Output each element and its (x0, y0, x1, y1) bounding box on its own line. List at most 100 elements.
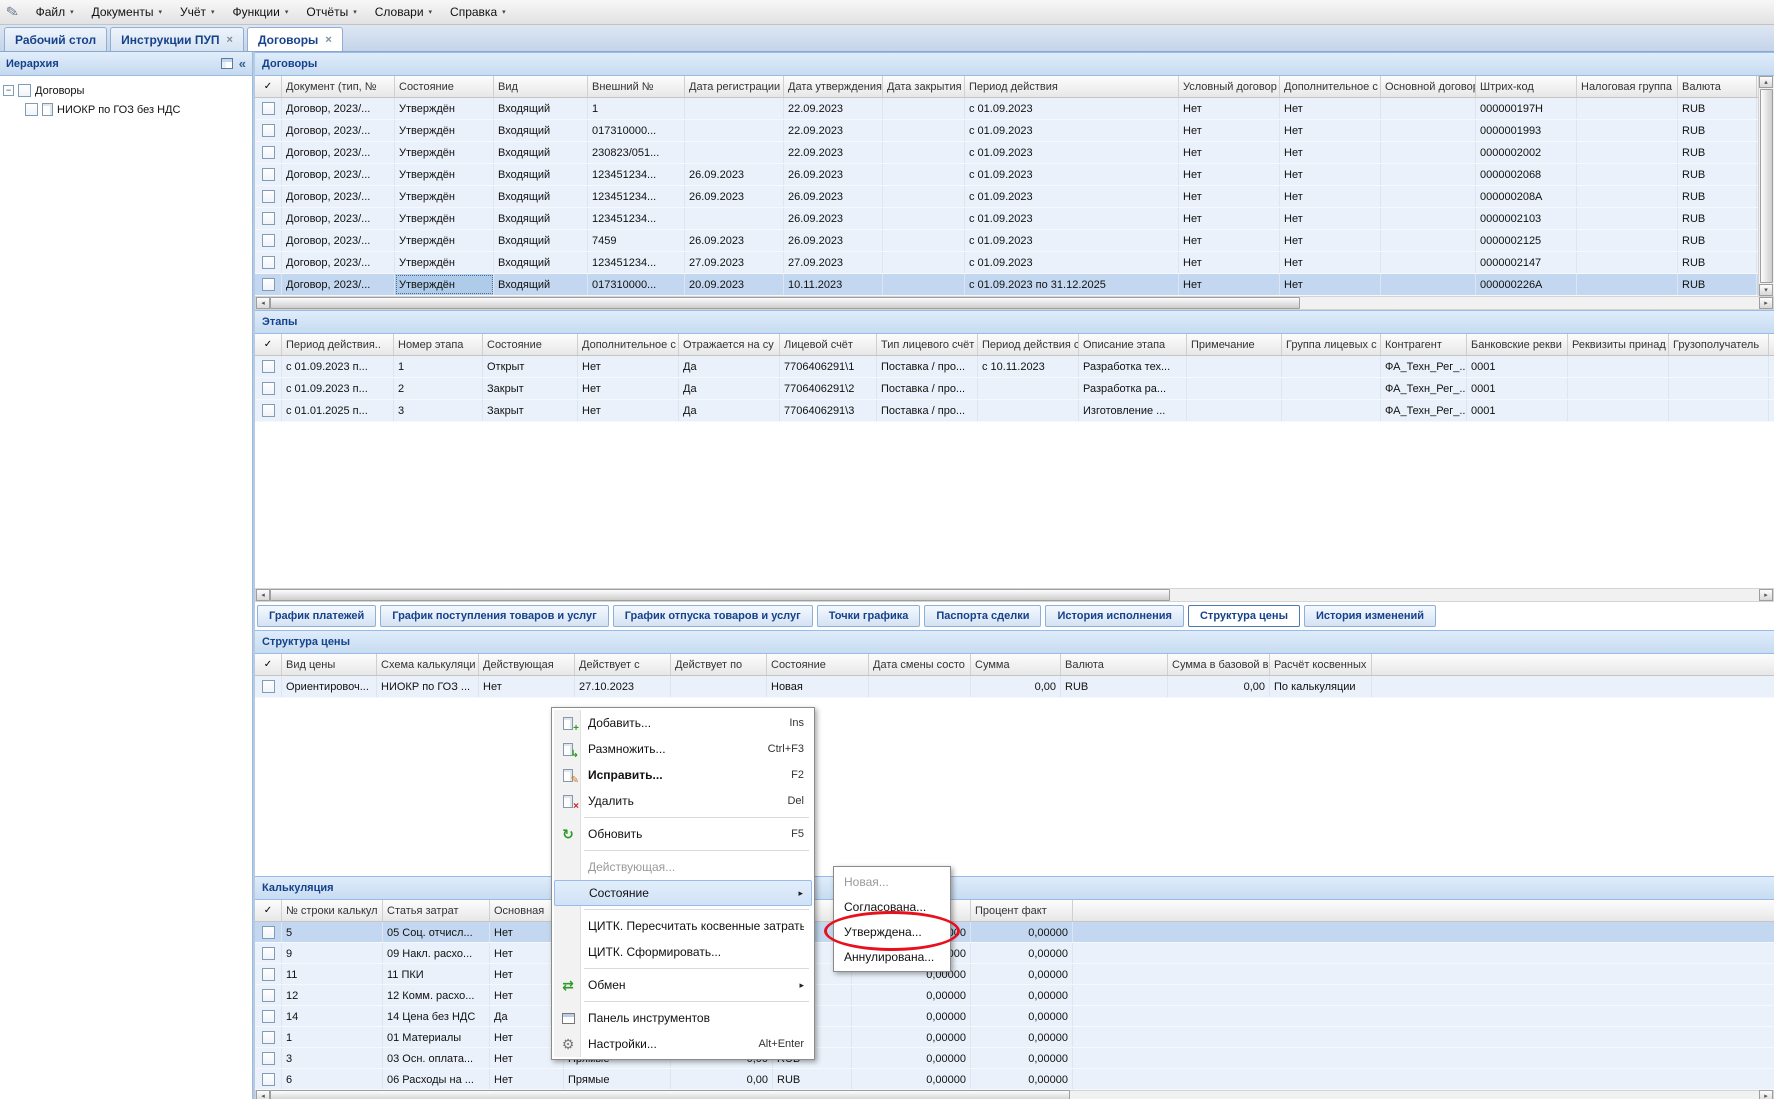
grid-cell[interactable] (1282, 356, 1381, 377)
checkbox-cell[interactable] (255, 922, 282, 942)
row-checkbox[interactable] (262, 360, 275, 373)
grid-cell[interactable]: 0000002147 (1476, 252, 1577, 273)
column-header[interactable]: ✓ (255, 334, 282, 355)
grid-cell[interactable]: 27.10.2023 (575, 676, 671, 697)
tree-checkbox[interactable] (25, 103, 38, 116)
column-header[interactable]: ✓ (255, 900, 282, 921)
tab-2[interactable]: Договоры× (247, 27, 343, 51)
column-header[interactable]: Контрагент (1381, 334, 1467, 355)
column-header[interactable]: Схема калькуляци (377, 654, 479, 675)
column-header[interactable]: Дата регистрации (685, 76, 784, 97)
grid-cell[interactable]: RUB (1678, 186, 1757, 207)
grid-cell[interactable]: Разработка ра... (1079, 378, 1187, 399)
grid-cell[interactable]: Договор, 2023/... (282, 274, 395, 295)
checkbox-cell[interactable] (255, 1027, 282, 1047)
grid-cell[interactable] (1568, 378, 1669, 399)
detail-tab-2[interactable]: График отпуска товаров и услуг (613, 605, 813, 627)
grid-cell[interactable] (1381, 142, 1476, 163)
grid-cell[interactable]: 27.09.2023 (784, 252, 883, 273)
grid-cell[interactable]: Поставка / про... (877, 400, 978, 421)
grid-cell[interactable]: Поставка / про... (877, 378, 978, 399)
etapy-row[interactable]: с 01.01.2025 п...3ЗакрытНетДа7706406291\… (255, 400, 1774, 422)
row-checkbox[interactable] (262, 1052, 275, 1065)
menubar-item-2[interactable]: Учёт▾ (171, 2, 224, 22)
grid-cell[interactable]: 1 (588, 98, 685, 119)
grid-cell[interactable]: Нет (1280, 252, 1381, 273)
grid-cell[interactable]: 1 (394, 356, 483, 377)
detail-tab-3[interactable]: Точки графика (817, 605, 921, 627)
grid-cell[interactable]: Входящий (494, 120, 588, 141)
grid-cell[interactable]: Нет (1179, 208, 1280, 229)
grid-cell[interactable] (883, 230, 965, 251)
grid-cell[interactable]: Входящий (494, 186, 588, 207)
column-header[interactable]: Состояние (395, 76, 494, 97)
detail-tab-5[interactable]: История исполнения (1045, 605, 1184, 627)
grid-cell[interactable]: 0,00 (971, 676, 1061, 697)
grid-cell[interactable]: 0,00000 (971, 922, 1073, 942)
menubar-item-5[interactable]: Словари▾ (366, 2, 441, 22)
grid-cell[interactable]: 123451234... (588, 164, 685, 185)
scroll-right-button[interactable]: ▸ (1759, 589, 1773, 601)
column-header[interactable]: Действует по (671, 654, 767, 675)
grid-cell[interactable]: Прямые (564, 1069, 671, 1089)
column-header[interactable]: Статья затрат (383, 900, 490, 921)
grid-cell[interactable]: с 01.09.2023 (965, 230, 1179, 251)
column-header[interactable]: Внешний № (588, 76, 685, 97)
row-checkbox[interactable] (262, 680, 275, 693)
grid-cell[interactable] (978, 378, 1079, 399)
grid-cell[interactable]: Утверждён (395, 274, 494, 295)
column-header[interactable]: Налоговая группа (1577, 76, 1678, 97)
grid-cell[interactable]: 0,00000 (852, 1069, 971, 1089)
grid-cell[interactable]: RUB (1678, 230, 1757, 251)
grid-cell[interactable]: 26.09.2023 (784, 186, 883, 207)
grid-cell[interactable]: 0001 (1467, 378, 1568, 399)
grid-cell[interactable]: 26.09.2023 (685, 164, 784, 185)
grid-cell[interactable]: 20.09.2023 (685, 274, 784, 295)
grid-cell[interactable]: 017310000... (588, 120, 685, 141)
column-header[interactable]: Вид цены (282, 654, 377, 675)
checkbox-cell[interactable] (255, 378, 282, 399)
grid-cell[interactable]: 26.09.2023 (784, 208, 883, 229)
row-checkbox[interactable] (262, 1073, 275, 1086)
grid-cell[interactable] (1381, 98, 1476, 119)
grid-cell[interactable]: Ориентировоч... (282, 676, 377, 697)
grid-cell[interactable] (883, 208, 965, 229)
checkbox-cell[interactable] (255, 164, 282, 185)
kalk-row[interactable]: 909 Накл. расхо...Нет0,000000,00000 (255, 943, 1774, 964)
detail-tab-6[interactable]: Структура цены (1188, 605, 1300, 627)
grid-cell[interactable]: По калькуляции (1270, 676, 1372, 697)
grid-cell[interactable] (883, 164, 965, 185)
context-menu-item-0[interactable]: +Добавить...Ins (554, 710, 812, 736)
grid-cell[interactable]: Нет (1179, 186, 1280, 207)
dogovory-row[interactable]: Договор, 2023/...УтверждёнВходящий123451… (255, 208, 1758, 230)
grid-cell[interactable] (1669, 356, 1769, 377)
grid-cell[interactable]: Договор, 2023/... (282, 252, 395, 273)
kalk-row[interactable]: 606 Расходы на ...НетПрямые0,00RUB0,0000… (255, 1069, 1774, 1090)
grid-cell[interactable] (1669, 378, 1769, 399)
grid-cell[interactable]: Входящий (494, 208, 588, 229)
vertical-scroll-thumb[interactable] (1760, 89, 1773, 283)
grid-cell[interactable]: Нет (1179, 164, 1280, 185)
grid-cell[interactable] (1381, 208, 1476, 229)
checkbox-cell[interactable] (255, 208, 282, 229)
grid-cell[interactable]: Поставка / про... (877, 356, 978, 377)
grid-cell[interactable]: 230823/051... (588, 142, 685, 163)
grid-cell[interactable]: 0,00000 (852, 1048, 971, 1068)
grid-cell[interactable]: Закрыт (483, 400, 578, 421)
grid-cell[interactable]: Нет (578, 400, 679, 421)
horizontal-scroll-thumb[interactable] (270, 297, 1300, 309)
grid-cell[interactable]: 1 (282, 1027, 383, 1047)
submenu-item-2[interactable]: Утверждена... (836, 919, 948, 944)
column-header[interactable]: Период действия.. (282, 334, 394, 355)
column-header[interactable]: Дата утверждения (784, 76, 883, 97)
grid-cell[interactable]: 7706406291\3 (780, 400, 877, 421)
grid-cell[interactable]: Нет (1280, 208, 1381, 229)
grid-cell[interactable]: 0,00000 (971, 985, 1073, 1005)
grid-cell[interactable]: 123451234... (588, 252, 685, 273)
column-header[interactable]: Грузополучатель (1669, 334, 1769, 355)
grid-cell[interactable] (1577, 208, 1678, 229)
row-checkbox[interactable] (262, 947, 275, 960)
horizontal-scrollbar-bottom[interactable]: ◂ ▸ (255, 1090, 1774, 1099)
grid-cell[interactable]: 017310000... (588, 274, 685, 295)
grid-cell[interactable]: Нет (1179, 230, 1280, 251)
